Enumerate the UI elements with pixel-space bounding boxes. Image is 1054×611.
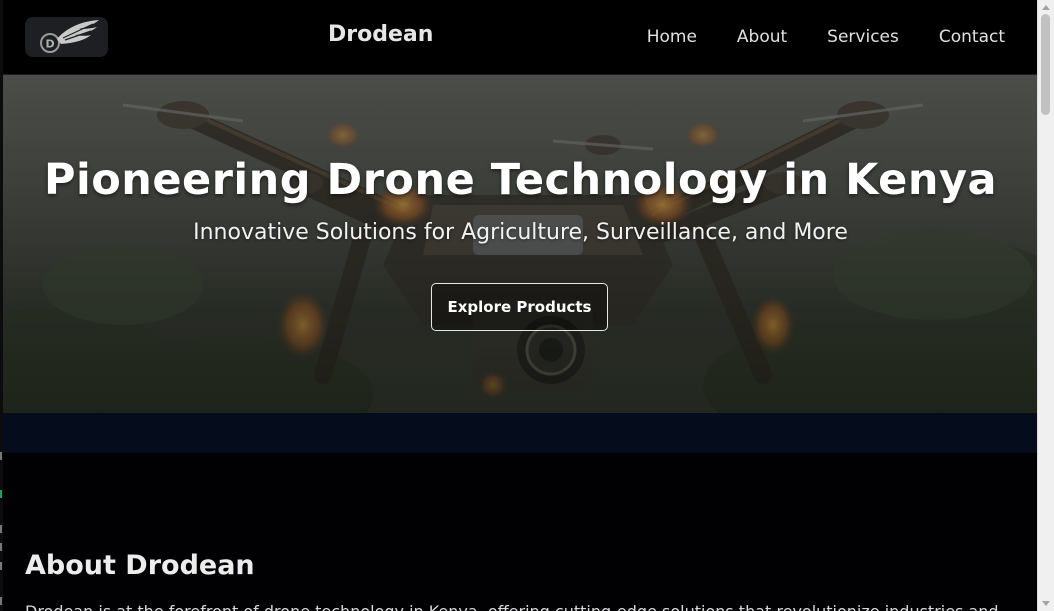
winged-d-logo-icon: D (40, 20, 99, 53)
brand-title[interactable]: Drodean (328, 22, 433, 47)
scroll-down-arrow-icon[interactable] (1042, 601, 1050, 606)
scrollbar-thumb[interactable] (1041, 14, 1050, 115)
nav-contact[interactable]: Contact (939, 27, 1005, 47)
scroll-up-arrow-icon[interactable] (1042, 5, 1050, 10)
nav-services[interactable]: Services (827, 27, 899, 47)
svg-text:D: D (46, 38, 55, 51)
page: D Drodean Home About Services Contact Pi… (0, 0, 1054, 611)
site-header: D Drodean Home About Services Contact (3, 0, 1038, 75)
explore-products-button[interactable]: Explore Products (431, 283, 608, 331)
about-title: About Drodean (25, 550, 255, 581)
logo[interactable]: D (25, 17, 108, 57)
main-nav: Home About Services Contact (607, 27, 1005, 47)
hero-title: Pioneering Drone Technology in Kenya (43, 155, 998, 205)
about-paragraph: Drodean is at the forefront of drone tec… (25, 602, 1025, 611)
hero-subtitle: Innovative Solutions for Agriculture, Su… (193, 220, 848, 245)
vertical-scrollbar[interactable] (1037, 0, 1054, 611)
nav-about[interactable]: About (737, 27, 787, 47)
section-divider-band (3, 413, 1038, 453)
hero-section: Pioneering Drone Technology in Kenya Inn… (3, 75, 1038, 413)
nav-home[interactable]: Home (647, 27, 697, 47)
